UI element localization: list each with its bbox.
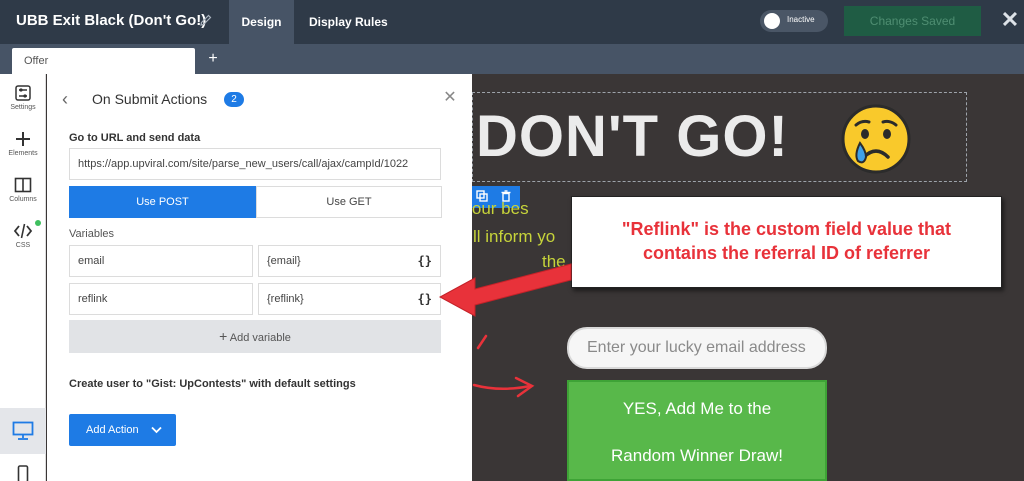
add-variable-button[interactable]: + Add variable [69,320,441,353]
sidebar-item-elements[interactable]: Elements [0,130,46,172]
columns-icon [14,177,32,193]
action-count-badge: 2 [224,92,244,107]
variable-value-input[interactable]: {reflink} {} [258,283,441,315]
variable-name-input[interactable]: reflink [69,283,253,315]
sidebar-item-label: Settings [10,104,36,111]
back-chevron-icon[interactable]: ‹ [62,89,68,109]
mobile-view-button[interactable] [0,459,46,481]
changes-saved-button[interactable]: Changes Saved [844,6,981,36]
desktop-icon [12,421,34,440]
variable-value-text: {reflink} [267,293,304,305]
variable-value-text: {email} [267,255,301,267]
editor-icon-bar: Settings Elements Columns CSS [0,74,46,481]
top-bar: UBB Exit Black (Don't Go!) Design Displa… [0,0,1024,44]
red-arrow-head [514,376,535,398]
css-status-dot [35,220,41,226]
annotation-line: contains the referral ID of referrer [642,243,931,263]
close-editor-icon[interactable]: ✕ [1000,8,1020,32]
annotation-callout: "Reflink" is the custom field value that… [571,196,1002,288]
active-toggle[interactable]: Inactive [760,10,828,32]
annotation-line: "Reflink" is the custom field value that [621,219,952,239]
sidebar-item-label: Columns [9,196,37,203]
sidebar-item-settings[interactable]: Settings [0,84,46,126]
use-post-button[interactable]: Use POST [69,186,256,218]
submit-button-line: Random Winner Draw! [611,446,783,465]
body-text-line[interactable]: the [542,251,566,273]
action-section-title: Go to URL and send data [69,132,201,144]
crying-face-icon [841,104,911,174]
chevron-down-icon [151,426,162,434]
variables-label: Variables [69,228,115,240]
red-scribble [476,334,488,350]
body-text-line[interactable]: ll inform yo [473,226,555,248]
variable-value-input[interactable]: {email} {} [258,245,441,277]
popup-headline[interactable]: DON'T GO! [476,104,789,170]
sidebar-item-label: Elements [8,150,38,157]
panel-close-icon[interactable]: ✕ [442,89,458,107]
step-tab-strip: Offer + [0,44,1024,74]
variable-name-input[interactable]: email [69,245,253,277]
popup-title[interactable]: UBB Exit Black (Don't Go!) [16,12,206,29]
field-picker-icon[interactable]: {} [418,284,432,314]
toggle-label: Inactive [787,15,815,24]
field-picker-icon[interactable]: {} [418,246,432,276]
add-action-button[interactable]: Add Action [69,414,176,446]
pencil-icon[interactable] [199,13,213,27]
red-arrow-scribble [472,383,532,390]
settings-icon [15,85,31,101]
plus-icon [16,132,30,146]
submit-button[interactable]: YES, Add Me to the Random Winner Draw! [567,380,827,481]
tab-design[interactable]: Design [229,0,294,44]
sidebar-item-label: CSS [15,242,31,249]
mobile-icon [17,465,29,481]
tab-offer[interactable]: Offer [12,48,195,74]
sidebar-item-columns[interactable]: Columns [0,176,46,218]
url-input[interactable]: https://app.upviral.com/site/parse_new_u… [69,148,441,180]
panel-title: On Submit Actions [92,91,208,107]
sidebar-item-css[interactable]: CSS [0,222,46,264]
email-input[interactable]: Enter your lucky email address [567,327,827,369]
submit-button-line: YES, Add Me to the [622,399,772,418]
code-icon [13,223,33,239]
add-variable-label: Add variable [229,332,291,344]
toggle-knob [764,13,780,29]
create-user-action-title: Create user to "Gist: UpContests" with d… [69,378,356,390]
use-get-button[interactable]: Use GET [256,186,442,218]
add-action-label: Add Action [86,424,139,436]
plus-icon: + [219,328,228,344]
tab-display-rules[interactable]: Display Rules [309,0,388,44]
add-tab-icon[interactable]: + [205,48,221,70]
desktop-view-button[interactable] [0,408,46,454]
